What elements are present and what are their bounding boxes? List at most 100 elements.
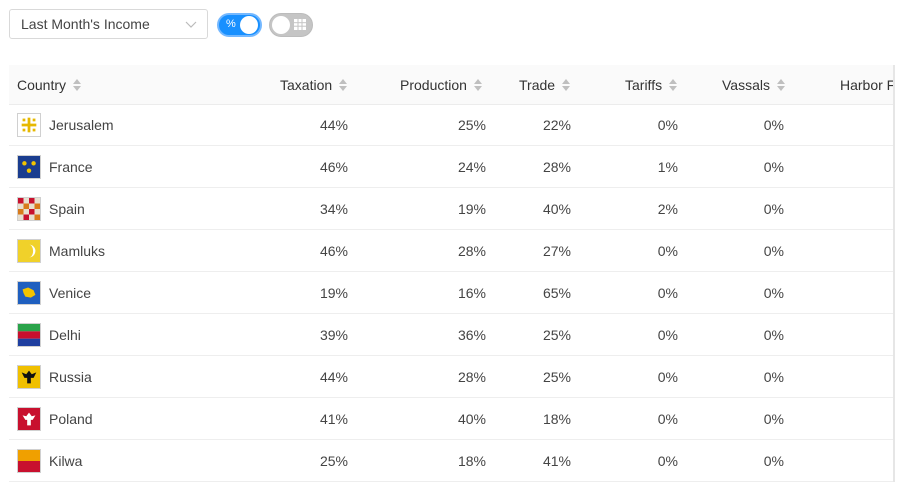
sort-icon[interactable]: [473, 78, 482, 91]
vassals-cell: 0%: [763, 368, 784, 385]
taxation-cell: 46%: [319, 242, 348, 259]
toggle-knob: [272, 16, 290, 34]
column-header-taxation[interactable]: Taxation: [280, 65, 348, 104]
delhi-flag-icon: [17, 323, 41, 347]
income-table: Country Taxation Production Trade Tariff…: [9, 65, 895, 482]
production-cell: 28%: [457, 368, 486, 385]
column-header-country[interactable]: Country: [17, 65, 82, 104]
trade-cell: 25%: [542, 368, 571, 385]
vassals-cell: 0%: [763, 158, 784, 175]
jerusalem-flag-icon: [17, 113, 41, 137]
column-header-vassals[interactable]: Vassals: [722, 65, 785, 104]
vassals-cell: 0%: [763, 284, 784, 301]
column-header-label: Production: [400, 76, 467, 93]
percent-toggle[interactable]: %: [217, 13, 262, 37]
country-name: Poland: [49, 410, 93, 427]
taxation-cell: 41%: [319, 410, 348, 427]
vassals-cell: 0%: [763, 452, 784, 469]
table-row[interactable]: Kilwa 25% 18% 41% 0% 0%: [9, 440, 895, 482]
vassals-cell: 0%: [763, 410, 784, 427]
sort-icon[interactable]: [339, 78, 348, 91]
sort-icon[interactable]: [776, 78, 785, 91]
column-header-label: Harbor Fees: [840, 76, 895, 93]
income-period-select-value: Last Month's Income: [21, 16, 150, 32]
country-name: Venice: [49, 284, 92, 301]
sort-icon[interactable]: [562, 78, 571, 91]
country-name: Jerusalem: [49, 116, 114, 133]
taxation-cell: 44%: [319, 368, 348, 385]
column-header-label: Taxation: [280, 76, 333, 93]
table-right-edge: [893, 65, 895, 482]
tariffs-cell: 0%: [657, 368, 678, 385]
country-name: Kilwa: [49, 452, 83, 469]
column-header-harbor-fees[interactable]: Harbor Fees: [840, 65, 895, 104]
column-header-label: Trade: [519, 76, 556, 93]
production-cell: 19%: [457, 200, 486, 217]
production-cell: 25%: [457, 116, 486, 133]
trade-cell: 18%: [542, 410, 571, 427]
vassals-cell: 0%: [763, 116, 784, 133]
column-header-trade[interactable]: Trade: [519, 65, 571, 104]
france-flag-icon: [17, 155, 41, 179]
production-cell: 28%: [457, 242, 486, 259]
table-row[interactable]: Venice 19% 16% 65% 0% 0%: [9, 272, 895, 314]
income-period-select[interactable]: Last Month's Income: [9, 9, 208, 39]
country-name: Delhi: [49, 326, 81, 343]
column-header-label: Country: [17, 76, 67, 93]
production-cell: 18%: [457, 452, 486, 469]
trade-cell: 65%: [542, 284, 571, 301]
table-row[interactable]: France 46% 24% 28% 1% 0%: [9, 146, 895, 188]
table-row[interactable]: Mamluks 46% 28% 27% 0% 0%: [9, 230, 895, 272]
taxation-cell: 39%: [319, 326, 348, 343]
poland-flag-icon: [17, 407, 41, 431]
tariffs-cell: 0%: [657, 326, 678, 343]
taxation-cell: 46%: [319, 158, 348, 175]
tariffs-cell: 2%: [657, 200, 678, 217]
trade-cell: 28%: [542, 158, 571, 175]
table-row[interactable]: Poland 41% 40% 18% 0% 0%: [9, 398, 895, 440]
vassals-cell: 0%: [763, 326, 784, 343]
country-name: Mamluks: [49, 242, 106, 259]
vassals-cell: 0%: [763, 200, 784, 217]
sort-icon[interactable]: [669, 78, 678, 91]
column-header-tariffs[interactable]: Tariffs: [625, 65, 678, 104]
spain-flag-icon: [17, 197, 41, 221]
table-grid-icon: [294, 19, 306, 30]
venice-flag-icon: [17, 281, 41, 305]
toggle-knob: [240, 16, 258, 34]
table-row[interactable]: Delhi 39% 36% 25% 0% 0%: [9, 314, 895, 356]
table-row[interactable]: Russia 44% 28% 25% 0% 0%: [9, 356, 895, 398]
tariffs-cell: 0%: [657, 410, 678, 427]
tariffs-cell: 1%: [657, 158, 678, 175]
tariffs-cell: 0%: [657, 116, 678, 133]
production-cell: 16%: [457, 284, 486, 301]
table-view-toggle[interactable]: [269, 13, 313, 37]
taxation-cell: 44%: [319, 116, 348, 133]
mamluks-flag-icon: [17, 239, 41, 263]
trade-cell: 27%: [542, 242, 571, 259]
percent-toggle-label: %: [226, 18, 236, 30]
production-cell: 40%: [457, 410, 486, 427]
trade-cell: 40%: [542, 200, 571, 217]
vassals-cell: 0%: [763, 242, 784, 259]
country-name: Spain: [49, 200, 85, 217]
russia-flag-icon: [17, 365, 41, 389]
production-cell: 36%: [457, 326, 486, 343]
tariffs-cell: 0%: [657, 284, 678, 301]
trade-cell: 25%: [542, 326, 571, 343]
taxation-cell: 19%: [319, 284, 348, 301]
column-header-label: Tariffs: [625, 76, 663, 93]
tariffs-cell: 0%: [657, 452, 678, 469]
country-name: Russia: [49, 368, 92, 385]
table-header: Country Taxation Production Trade Tariff…: [9, 65, 895, 105]
production-cell: 24%: [457, 158, 486, 175]
trade-cell: 22%: [542, 116, 571, 133]
table-row[interactable]: Jerusalem 44% 25% 22% 0% 0%: [9, 104, 895, 146]
column-header-production[interactable]: Production: [400, 65, 482, 104]
country-name: France: [49, 158, 93, 175]
kilwa-flag-icon: [17, 449, 41, 473]
table-row[interactable]: Spain 34% 19% 40% 2% 0%: [9, 188, 895, 230]
trade-cell: 41%: [542, 452, 571, 469]
sort-icon[interactable]: [73, 78, 82, 91]
taxation-cell: 25%: [319, 452, 348, 469]
